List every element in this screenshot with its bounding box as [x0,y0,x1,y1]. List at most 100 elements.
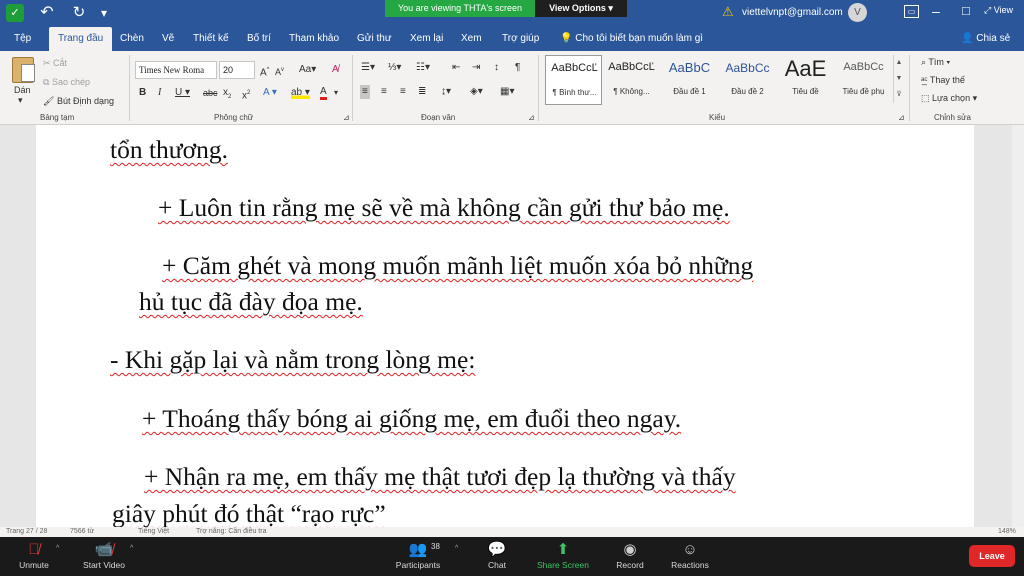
tab-help[interactable]: Trợ giúp [502,27,539,51]
share-screen-button[interactable]: ⬆ Share Screen [535,540,591,570]
tab-home[interactable]: Trang đầu [49,27,113,51]
multilevel-list-icon[interactable]: ☷▾ [416,62,430,74]
chat-button[interactable]: 💬 Chat [482,540,512,570]
tab-design[interactable]: Thiết kế [193,27,229,51]
restore-icon[interactable]: □ [962,3,970,18]
participants-label: Participants [395,560,441,570]
tab-insert[interactable]: Chèn [120,27,144,51]
unmute-label: Unmute [19,560,49,570]
underline-icon[interactable]: U ▾ [175,87,190,99]
start-video-button[interactable]: 📹̸ Start Video [80,540,128,570]
document-page[interactable]: tổn thương. + Luôn tin rằng mẹ sẽ về mà … [36,125,974,527]
format-painter-button[interactable]: 🖌 Bút Định dạng [43,96,114,107]
line-spacing-icon[interactable]: ↨▾ [441,86,451,98]
text-effects-icon[interactable]: A ▾ [263,87,277,99]
borders-icon[interactable]: ▦▾ [500,86,514,98]
font-dialog-launcher-icon[interactable]: ⊿ [343,113,350,122]
styles-dialog-launcher-icon[interactable]: ⊿ [898,113,905,122]
strikethrough-icon[interactable]: abc [203,87,218,99]
record-button[interactable]: ◉ Record [612,540,648,570]
font-name-box[interactable]: Times New Roma [135,61,217,79]
tab-file[interactable]: Tệp [14,27,31,51]
reactions-button[interactable]: ☺ Reactions [668,540,712,570]
style-heading-2[interactable]: AaBbCc Đầu đề 2 [719,55,776,105]
styles-gallery: AaBbCcĽ ¶ Bình thư... AaBbCcĽ ¶ Không...… [543,55,905,105]
justify-icon[interactable]: ≣ [418,86,426,98]
copy-button[interactable]: ⧉ Sao chép [43,77,90,88]
font-size-box[interactable]: 20 [219,61,255,79]
align-left-icon[interactable]: ≡ [360,85,370,99]
subscript-icon[interactable]: x2 [223,87,231,103]
tab-references[interactable]: Tham khảo [289,27,339,51]
find-button[interactable]: ⌕ Tìm ▾ [921,57,950,68]
language-status[interactable]: Tiếng Việt [138,528,169,535]
unmute-button[interactable]: 🎙̸ Unmute [14,540,54,570]
styles-scroll[interactable]: ▲ ▼ ⊽ [893,55,904,103]
grow-font-icon[interactable]: A^ [260,64,270,79]
accessibility-status[interactable]: Trợ năng: Cần điều tra [196,528,266,535]
share-button[interactable]: 👤 Chia sẻ [961,27,1010,51]
bold-icon[interactable]: B [139,87,146,99]
style-subtitle[interactable]: AaBbCc Tiêu đề phụ [835,55,892,105]
font-color-icon[interactable]: A [320,87,327,100]
numbering-icon[interactable]: ⅓▾ [388,62,401,74]
undo-icon[interactable]: ↶ [38,4,56,22]
highlight-icon[interactable]: ab ▾ [291,87,310,99]
show-marks-icon[interactable]: ¶ [515,62,520,74]
paste-dropdown-icon[interactable]: ▾ [18,95,23,106]
align-right-icon[interactable]: ≡ [400,86,406,98]
decrease-indent-icon[interactable]: ⇤ [452,62,460,74]
italic-icon[interactable]: I [158,87,161,99]
increase-indent-icon[interactable]: ⇥ [472,62,480,74]
style-normal[interactable]: AaBbCcĽ ¶ Bình thư... [545,55,602,105]
account-email[interactable]: viettelvnpt@gmail.com [742,7,843,18]
shrink-font-icon[interactable]: Av [275,64,284,78]
minimize-icon[interactable]: – [932,3,940,19]
vertical-scrollbar[interactable] [1012,125,1024,527]
replace-button[interactable]: ᵃ̲ᶜ Thay thế [921,75,965,85]
view-options-button[interactable]: View Options ▾ [535,0,627,17]
chat-label: Chat [488,560,506,570]
tab-draw[interactable]: Vẽ [162,27,174,51]
word-count[interactable]: 7566 từ [70,528,94,535]
tab-layout[interactable]: Bố trí [247,27,271,51]
paste-button[interactable]: Dán [14,85,31,95]
bullets-icon[interactable]: ☰▾ [361,62,375,74]
screen: ✓ ↶ ↻ ▾ You are viewing THTA's screen Vi… [0,0,1024,576]
ribbon-display-options-icon[interactable]: ▭ [904,5,919,18]
tab-mailings[interactable]: Gửi thư [357,27,392,51]
video-options-chevron-icon[interactable]: ^ [130,545,133,552]
select-button[interactable]: ⬚ Lựa chọn ▾ [921,93,977,104]
redo-icon[interactable]: ↻ [70,4,88,22]
page-count[interactable]: Trang 27 / 28 [6,528,47,535]
leave-button[interactable]: Leave [969,545,1015,567]
change-case-icon[interactable]: Aa▾ [299,64,316,76]
font-color-dropdown-icon[interactable]: ▾ [334,87,338,99]
view-options-label: View Options [549,3,606,13]
doc-line-text: giây phút đó thật “rạo rực” [112,499,386,527]
shield-icon[interactable]: ✓ [6,4,24,22]
align-center-icon[interactable]: ≡ [381,86,387,98]
style-heading-1[interactable]: AaBbC Đầu đề 1 [661,55,718,105]
view-button[interactable]: ⤢ View [984,5,1013,16]
tell-me-search[interactable]: 💡 Cho tôi biết bạn muốn làm gì [560,27,703,51]
zoom-level[interactable]: 148% [998,528,1016,535]
paragraph-dialog-launcher-icon[interactable]: ⊿ [528,113,535,122]
tab-review[interactable]: Xem lại [410,27,443,51]
meeting-controls: 🎙̸ Unmute ^ 📹̸ Start Video ^ 👥 Participa… [0,537,1024,576]
doc-line-text: + Thoáng thấy bóng ai giống mẹ, em đuổi … [142,404,682,433]
quick-access-dropdown-icon[interactable]: ▾ [95,4,113,22]
audio-options-chevron-icon[interactable]: ^ [56,545,59,552]
avatar[interactable]: V [848,3,867,22]
participants-options-chevron-icon[interactable]: ^ [455,545,458,552]
warning-icon[interactable]: ⚠ [722,4,734,20]
sort-icon[interactable]: ↕ [494,62,499,74]
paste-icon[interactable] [12,57,35,83]
style-title[interactable]: AaE Tiêu đề [777,55,834,105]
style-no-spacing[interactable]: AaBbCcĽ ¶ Không... [603,55,660,105]
clear-formatting-icon[interactable]: A̸ [332,64,339,76]
tab-view[interactable]: Xem [461,27,482,51]
cut-button[interactable]: ✂ Cắt [43,58,67,69]
superscript-icon[interactable]: x2 [242,87,250,102]
shading-icon[interactable]: ◈▾ [470,86,483,98]
